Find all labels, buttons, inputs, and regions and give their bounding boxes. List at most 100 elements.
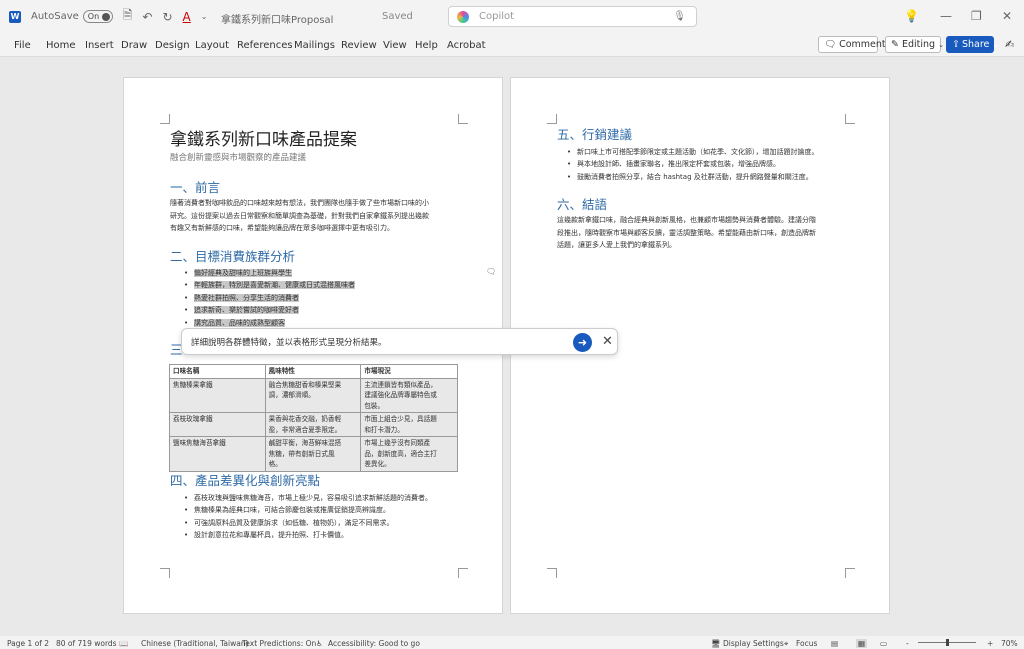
heading-intro[interactable]: 一、前言 <box>170 177 220 196</box>
minimize-icon[interactable]: — <box>940 9 952 23</box>
pencil-icon: ✎ <box>891 39 899 50</box>
margin-mark <box>845 568 855 578</box>
list-item-text: 講究品質、品味的成熟型顧客 <box>194 318 285 327</box>
list-item-text: 追求新奇、樂於嘗試的咖啡愛好者 <box>194 306 299 315</box>
flavor-table[interactable]: 口味名稱 風味特性 市場現況 焦糖榛果拿鐵 融合焦糖甜香和榛果堅果 調，濃郁滑順。… <box>169 364 458 472</box>
document-title[interactable]: 拿鐵系列新口味Proposal <box>221 11 333 26</box>
autosave-toggle[interactable]: On <box>82 10 113 23</box>
accessibility-icon[interactable]: ♿ <box>316 639 323 648</box>
chevron-down-icon: ⌄ <box>938 40 944 49</box>
page-count[interactable]: Page 1 of 2 <box>7 639 49 648</box>
display-settings-label[interactable]: Display Settings <box>723 639 784 648</box>
tab-mailings[interactable]: Mailings <box>294 40 335 51</box>
zoom-level[interactable]: 70% <box>1001 639 1018 648</box>
customize-toolbar-icon[interactable]: ⌄ <box>201 12 208 21</box>
editing-mode-button[interactable]: ✎ Editing ⌄ <box>885 36 944 53</box>
tab-references[interactable]: References <box>237 40 293 51</box>
saved-status[interactable]: Saved <box>382 11 413 22</box>
redo-icon[interactable]: ↻ <box>162 10 172 24</box>
undo-icon[interactable]: ↶ <box>142 10 152 24</box>
save-icon[interactable]: 🗎 <box>123 6 133 27</box>
heading-marketing[interactable]: 五、行銷建議 <box>557 124 632 143</box>
prompt-input[interactable]: 詳細說明各群體特徵，並以表格形式呈現分析結果。 <box>191 336 387 348</box>
tab-insert[interactable]: Insert <box>85 40 114 51</box>
share-label: Share <box>961 39 990 50</box>
language-status[interactable]: Chinese (Traditional, Taiwan) <box>141 639 249 648</box>
word-app-icon: W <box>9 10 21 23</box>
heading-target-groups[interactable]: 二、目標消費族群分析 <box>170 246 295 265</box>
conclusion-line: 話題，讓更多人愛上我們的拿鐵系列。 <box>557 241 676 249</box>
heading-differentiation[interactable]: 四、產品差異化與創新亮點 <box>170 470 320 489</box>
list-item-text: 年輕族群，特別是喜愛新潮、健康或日式混搭風味者 <box>194 281 355 290</box>
comment-marker-icon[interactable]: 🗨 <box>486 267 496 276</box>
send-button[interactable]: ➜ <box>573 333 592 352</box>
display-settings-icon[interactable]: 🖥 <box>711 639 721 648</box>
table-cell: 果香與花香交融，奶香輕 盈，非常適合夏季限定。 <box>264 412 362 437</box>
tab-acrobat[interactable]: Acrobat <box>447 40 486 51</box>
list-item: 熱愛社群拍照、分享生活的消費者 <box>184 292 355 305</box>
margin-mark <box>160 114 170 124</box>
table-cell: 融合焦糖甜香和榛果堅果 調，濃郁滑順。 <box>264 377 362 413</box>
word-count[interactable]: 80 of 719 words <box>56 639 117 648</box>
margin-mark <box>845 114 855 124</box>
restore-icon[interactable]: ❐ <box>971 9 982 23</box>
target-group-list[interactable]: 偏好經典及甜味的上班族與學生 年輕族群，特別是喜愛新潮、健康或日式混搭風味者 熱… <box>184 267 355 329</box>
table-cell: 市面上組合少見，具話題 和打卡潛力。 <box>360 412 458 437</box>
conclusion-paragraph[interactable]: 這幾款新拿鐵口味，融合經典與創新風格，也兼顧市場趨勢與消費者體驗。建議分階 段推… <box>557 214 857 252</box>
lightbulb-icon[interactable]: 💡 <box>904 9 919 23</box>
arrow-right-icon: ➜ <box>577 336 588 349</box>
document-title-heading[interactable]: 拿鐵系列新口味產品提案 <box>170 125 357 150</box>
copilot-placeholder: Copilot <box>479 11 515 22</box>
list-item: 年輕族群，特別是喜愛新潮、健康或日式混搭風味者 <box>184 279 355 292</box>
read-mode-icon[interactable]: ▤ <box>831 639 838 648</box>
marketing-list[interactable]: 新口味上市可搭配季節限定或主題活動（如花季、文化節），增加話題討論度。 與本地設… <box>567 146 819 184</box>
toggle-knob <box>101 13 110 21</box>
conclusion-line: 這幾款新拿鐵口味，融合經典與創新風格，也兼顧市場趨勢與消費者體驗。建議分階 <box>557 216 816 224</box>
font-color-icon[interactable]: A <box>183 10 191 24</box>
web-layout-icon[interactable]: ▭ <box>880 639 887 648</box>
proofing-icon[interactable]: 📖 <box>119 639 128 648</box>
print-layout-icon[interactable]: ▦ <box>856 639 868 648</box>
document-subtitle[interactable]: 融合創新靈感與市場觀察的產品建議 <box>170 151 306 163</box>
feedback-icon[interactable]: ✍ <box>1005 38 1014 51</box>
differentiation-list[interactable]: 荔枝玫瑰與鹽味焦糖海苔，市場上極少見，容易吸引追求新鮮話題的消費者。 焦糖榛果為… <box>184 492 432 542</box>
intro-line: 研究。這份提案以過去日常觀察和簡單調查為基礎，針對我們自家拿鐵系列提出幾款 <box>170 211 429 220</box>
intro-paragraph[interactable]: 隨著消費者對咖啡飲品的口味越來越有想法，我們團隊也隨手做了些市場新口味的小 研究… <box>170 197 470 235</box>
table-row: 鹽味焦糖海苔拿鐵 鹹甜平衡，海苔鮮味混搭 焦糖，帶有創新日式風 格。 市場上幾乎沒有… <box>169 436 458 472</box>
table-cell: 焦糖榛果拿鐵 <box>169 377 266 413</box>
zoom-out-button[interactable]: - <box>906 639 909 648</box>
copilot-prompt-box[interactable]: 詳細說明各群體特徵，並以表格形式呈現分析結果。 ➜ ✕ <box>181 328 618 355</box>
heading-conclusion[interactable]: 六、結語 <box>557 194 607 213</box>
tab-view[interactable]: View <box>383 40 407 51</box>
share-icon: ⇪ <box>952 39 960 50</box>
list-item: 鼓勵消費者拍照分享，結合 hashtag 及社群活動，提升網路聲量和關注度。 <box>567 171 819 184</box>
table-header-row: 口味名稱 風味特性 市場現況 <box>169 364 458 379</box>
tab-help[interactable]: Help <box>415 40 438 51</box>
table-header: 市場現況 <box>360 364 458 379</box>
tab-file[interactable]: File <box>14 40 31 51</box>
editing-label: Editing <box>901 39 936 50</box>
share-button[interactable]: ⇪ Share ⌄ <box>946 36 998 53</box>
margin-mark <box>547 568 557 578</box>
zoom-in-button[interactable]: + <box>987 639 993 648</box>
list-item: 新口味上市可搭配季節限定或主題活動（如花季、文化節），增加話題討論度。 <box>567 146 819 159</box>
tab-draw[interactable]: Draw <box>121 40 147 51</box>
list-item: 偏好經典及甜味的上班族與學生 <box>184 267 355 280</box>
comments-button[interactable]: 🗨 Comments <box>818 36 891 53</box>
status-bar: Page 1 of 2 80 of 719 words 📖 Chinese (T… <box>0 636 1024 649</box>
zoom-slider-thumb[interactable] <box>946 639 949 646</box>
focus-icon[interactable]: ⌖ <box>784 639 788 649</box>
tab-home[interactable]: Home <box>46 40 76 51</box>
microphone-icon[interactable]: 🎙 <box>673 11 686 22</box>
copilot-search-box[interactable]: Copilot 🎙 <box>448 6 697 27</box>
accessibility-status[interactable]: Accessibility: Good to go <box>328 639 420 648</box>
close-icon[interactable]: ✕ <box>602 334 613 349</box>
tab-review[interactable]: Review <box>341 40 377 51</box>
table-cell: 鹽味焦糖海苔拿鐵 <box>169 436 266 472</box>
tab-layout[interactable]: Layout <box>195 40 229 51</box>
focus-label[interactable]: Focus <box>796 639 817 648</box>
table-header: 口味名稱 <box>169 364 266 379</box>
tab-design[interactable]: Design <box>155 40 190 51</box>
close-window-icon[interactable]: ✕ <box>1002 9 1012 23</box>
text-predictions-status[interactable]: Text Predictions: On <box>242 639 316 648</box>
